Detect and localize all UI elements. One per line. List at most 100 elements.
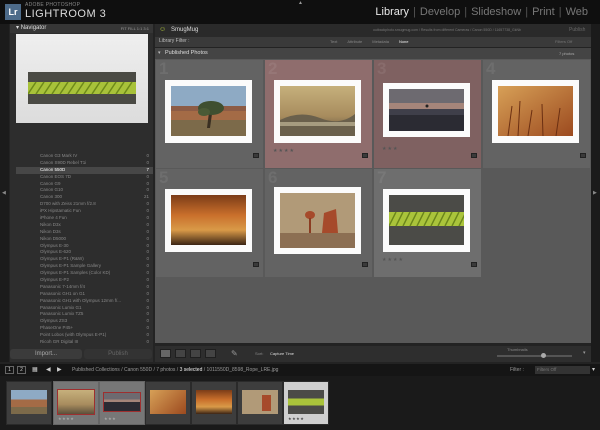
module-library[interactable]: Library [371,6,413,18]
back-arrow-icon[interactable]: ◀ [46,366,51,373]
collection-item[interactable]: Canon G10 0 [16,187,153,194]
collection-item[interactable]: Nikon D5000 0 [16,236,153,243]
collection-name: Olympus ZS3 [40,318,68,324]
publish-service-path[interactable]: outbackphoto.smugmug.com / Results from … [373,28,521,32]
collection-item[interactable]: Panasonic Lumix G1 0 [16,305,153,312]
collapse-top-panel-icon[interactable]: ▲ [298,0,303,6]
published-photos-header[interactable]: ▾ Published Photos 7 photos [155,48,591,59]
filmstrip-thumb-4[interactable] [145,381,191,425]
collapse-right-panel-icon[interactable]: ▶ [593,190,597,196]
collection-item[interactable]: Ricoh GR Digital III 0 [16,339,153,346]
filmstrip: ★★★★ ★★★ ★★★★ [0,376,600,430]
star-rating[interactable]: ★★★★ [382,257,404,263]
collection-item[interactable]: Nikon D3s 0 [16,229,153,236]
collection-item[interactable]: iPhone 4 Fun 0 [16,215,153,222]
module-slideshow[interactable]: Slideshow [467,6,525,18]
filter-none[interactable]: None [399,39,409,44]
left-panel-edge[interactable]: ◀ [0,24,9,362]
collection-item[interactable]: Canon 300 21 [16,194,153,201]
collection-item[interactable]: iPX Hipstamatic Fun 0 [16,208,153,215]
collection-item[interactable]: Olympus ZS3 0 [16,318,153,325]
collection-item[interactable]: Olympus E-620 0 [16,249,153,256]
collection-item[interactable]: PhaseOne P45+ 0 [16,325,153,332]
filmstrip-thumb-3[interactable]: ★★★ [99,381,145,425]
grid-cell-4[interactable]: 4 [483,59,590,168]
collection-item[interactable]: Nikon D3x 0 [16,222,153,229]
filter-metadata[interactable]: Metadata [372,39,389,44]
grid-cell-7[interactable]: 7 ★★★★ [374,168,481,277]
publish-button[interactable]: Publish [84,349,152,359]
filmstrip-thumb-7[interactable]: ★★★★ [283,381,329,425]
navigator-preview[interactable] [16,34,148,123]
module-web[interactable]: Web [562,6,592,18]
filmstrip-thumb-1[interactable] [6,381,52,425]
grid-cell-5[interactable]: 5 [156,168,263,277]
sort-dropdown[interactable]: Capture Time [270,351,294,356]
compare-view-icon[interactable] [190,349,201,358]
filmstrip-thumb-5[interactable] [191,381,237,425]
grid-cell-2[interactable]: 2 ★★★★ [265,59,372,168]
collection-item[interactable]: Panasonic GH1 with Olympus 12mm f/... 0 [16,298,153,305]
collection-item[interactable]: Panasonic GH1 on G1 0 [16,291,153,298]
filmstrip-source-path[interactable]: Published Collections / Canon 550D / 7 p… [72,367,278,373]
star-rating[interactable]: ★★★ [382,146,398,152]
filmstrip-thumb-2[interactable]: ★★★★ [53,381,99,425]
grid-icon[interactable]: ▦ [32,366,38,373]
thumbnail-size-handle[interactable] [541,353,546,358]
loupe-view-icon[interactable] [175,349,186,358]
collection-item[interactable]: Olympus E-P1 Sample Gallery 0 [16,263,153,270]
grid-cell-6[interactable]: 6 [265,168,372,277]
collection-item[interactable]: Panasonic Lumix TZ5 0 [16,311,153,318]
grid-cell-1[interactable]: 1 [156,59,263,168]
photo-card[interactable] [165,80,252,143]
painter-icon[interactable]: ✎ [231,349,238,358]
collection-count: 0 [146,332,149,338]
collection-item[interactable]: Canon G3 Mark IV 0 [16,153,153,160]
collection-item[interactable]: Canon EOS 7D 0 [16,174,153,181]
section-collapse-icon[interactable]: ▾ [158,50,161,56]
page-1-button[interactable]: 1 [5,366,14,374]
collection-item[interactable]: Olympus E-30 0 [16,243,153,250]
photo-card[interactable] [165,189,252,252]
grid-view-icon[interactable] [160,349,171,358]
survey-view-icon[interactable] [205,349,216,358]
photo-card[interactable] [383,83,470,137]
collapse-left-panel-icon[interactable]: ◀ [2,190,6,196]
collection-item[interactable]: Canon S90D Rebel T1i 0 [16,160,153,167]
photo-card[interactable] [274,187,361,254]
collection-list[interactable]: Canon G3 Mark IV 0 Canon S90D Rebel T1i 0 Ca… [16,153,153,371]
photo-card[interactable] [383,189,470,252]
collection-item[interactable]: D700 with Zeiss 21mm f/2.8 0 [16,201,153,208]
navigator-zoom-options[interactable]: FIT FILL 1:1 3:1 [121,24,149,33]
filmstrip-bar: 1 2 ▦ ◀ ▶ Published Collections / Canon … [0,364,600,376]
import-button[interactable]: Import... [10,349,82,359]
photo-card[interactable] [492,80,579,143]
module-develop[interactable]: Develop [416,6,464,18]
right-panel-edge[interactable]: ▶ [591,24,600,362]
collection-item[interactable]: Olympus E-P1 Samples (Color KD) 0 [16,270,153,277]
collection-item[interactable]: Canon G9 0 [16,181,153,188]
module-print[interactable]: Print [528,6,559,18]
collection-item[interactable]: Point Lobos (with Olympus E-P1) 0 [16,332,153,339]
thumbnail-size-slider[interactable] [497,355,572,357]
filmstrip-filter-dropdown[interactable]: Filters Off [535,366,590,374]
header-publish-button[interactable]: Publish [569,27,585,33]
filmstrip-photo [196,390,232,414]
filmstrip-menu-icon[interactable]: ▾ [592,366,595,373]
grid-cell-3[interactable]: 3 ★★★ [374,59,481,168]
collection-item[interactable]: Olympus E-P1 (R&W) 0 [16,256,153,263]
collection-item[interactable]: Panasonic 7-14mm f/4 0 [16,284,153,291]
photo-card[interactable] [274,80,361,143]
forward-arrow-icon[interactable]: ▶ [57,366,62,373]
star-rating[interactable]: ★★★★ [273,148,295,154]
filter-text[interactable]: Text [330,39,337,44]
collection-item[interactable]: Canon 550D 7 [16,166,153,174]
filmstrip-thumb-6[interactable] [237,381,283,425]
toolbar-menu-icon[interactable]: ▾ [583,350,586,356]
collection-item[interactable]: Olympus E-P2 0 [16,277,153,284]
collection-name: Nikon D3s [40,228,61,234]
filter-attribute[interactable]: Attribute [347,39,362,44]
page-2-button[interactable]: 2 [17,366,26,374]
navigator-header[interactable]: ▾ Navigator FIT FILL 1:1 3:1 [10,24,153,33]
filters-off-dropdown[interactable]: Filters Off [555,39,572,44]
